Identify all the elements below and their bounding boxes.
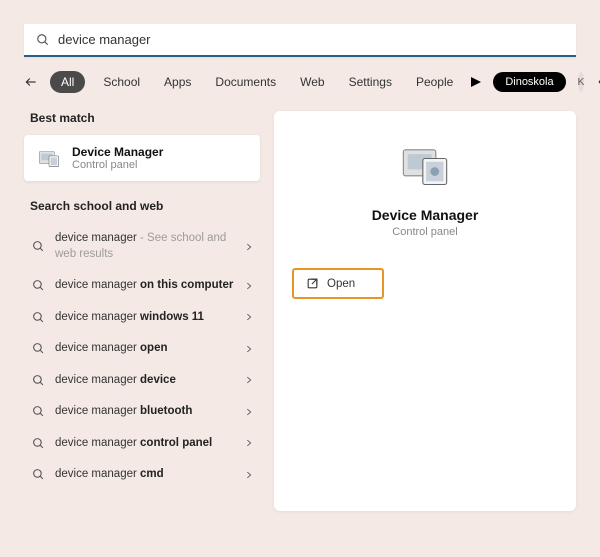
suggestion-text: device manager open bbox=[55, 341, 168, 357]
chevron-right-icon bbox=[244, 281, 254, 291]
suggestion-text: device manager on this computer bbox=[55, 278, 233, 294]
search-icon bbox=[32, 279, 45, 292]
suggestion-text: device manager device bbox=[55, 373, 176, 389]
preview-subtitle: Control panel bbox=[292, 226, 558, 238]
best-match-subtitle: Control panel bbox=[72, 159, 163, 171]
filter-web[interactable]: Web bbox=[294, 71, 330, 93]
search-bar[interactable] bbox=[24, 24, 576, 57]
preview-pane: Device Manager Control panel Open bbox=[274, 111, 576, 511]
suggestion-item[interactable]: device manager cmd bbox=[24, 459, 260, 491]
section-best-match: Best match bbox=[24, 111, 260, 125]
chevron-right-icon bbox=[244, 344, 254, 354]
chevron-right-icon bbox=[244, 312, 254, 322]
suggestion-text: device manager windows 11 bbox=[55, 310, 204, 326]
preview-title: Device Manager bbox=[292, 207, 558, 223]
search-icon bbox=[32, 342, 45, 355]
suggestion-item[interactable]: device manager control panel bbox=[24, 428, 260, 460]
avatar[interactable]: K bbox=[578, 72, 585, 92]
filter-apps[interactable]: Apps bbox=[158, 71, 197, 93]
open-button-label: Open bbox=[327, 278, 355, 290]
search-icon bbox=[32, 437, 45, 450]
search-icon bbox=[32, 405, 45, 418]
section-search-web: Search school and web bbox=[24, 199, 260, 213]
chevron-right-icon bbox=[244, 438, 254, 448]
filter-all[interactable]: All bbox=[50, 71, 85, 93]
filter-school[interactable]: School bbox=[97, 71, 146, 93]
suggestion-item[interactable]: device manager on this computer bbox=[24, 270, 260, 302]
preview-device-manager-icon bbox=[292, 139, 558, 191]
suggestion-item[interactable]: device manager - See school and web resu… bbox=[24, 223, 260, 270]
suggestion-item[interactable]: device manager device bbox=[24, 365, 260, 397]
chevron-right-icon bbox=[244, 242, 254, 252]
brand-pill[interactable]: Dinoskola bbox=[493, 72, 565, 92]
results-column: Best match Device Manager Control panel … bbox=[24, 111, 260, 511]
search-icon bbox=[32, 374, 45, 387]
filter-people[interactable]: People bbox=[410, 71, 459, 93]
search-icon bbox=[32, 240, 45, 253]
best-match-card[interactable]: Device Manager Control panel bbox=[24, 135, 260, 181]
suggestions-list: device manager - See school and web resu… bbox=[24, 223, 260, 491]
suggestion-text: device manager bluetooth bbox=[55, 404, 192, 420]
play-icon[interactable] bbox=[471, 77, 481, 87]
search-icon bbox=[32, 468, 45, 481]
chevron-right-icon bbox=[244, 407, 254, 417]
suggestion-text: device manager - See school and web resu… bbox=[55, 231, 234, 262]
suggestion-text: device manager control panel bbox=[55, 436, 212, 452]
open-external-icon bbox=[306, 277, 319, 290]
device-manager-icon bbox=[36, 145, 62, 171]
suggestion-item[interactable]: device manager bluetooth bbox=[24, 396, 260, 428]
suggestion-item[interactable]: device manager open bbox=[24, 333, 260, 365]
search-icon bbox=[36, 33, 50, 47]
search-icon bbox=[32, 311, 45, 324]
suggestion-text: device manager cmd bbox=[55, 467, 164, 483]
filter-settings[interactable]: Settings bbox=[343, 71, 398, 93]
search-input[interactable] bbox=[58, 32, 564, 47]
chevron-right-icon bbox=[244, 470, 254, 480]
suggestion-item[interactable]: device manager windows 11 bbox=[24, 302, 260, 334]
chevron-right-icon bbox=[244, 375, 254, 385]
filter-documents[interactable]: Documents bbox=[209, 71, 282, 93]
best-match-title: Device Manager bbox=[72, 145, 163, 159]
filter-row: All School Apps Documents Web Settings P… bbox=[24, 71, 576, 93]
more-icon[interactable]: ••• bbox=[596, 75, 600, 89]
back-arrow-icon[interactable] bbox=[24, 75, 38, 89]
open-button[interactable]: Open bbox=[292, 268, 384, 299]
